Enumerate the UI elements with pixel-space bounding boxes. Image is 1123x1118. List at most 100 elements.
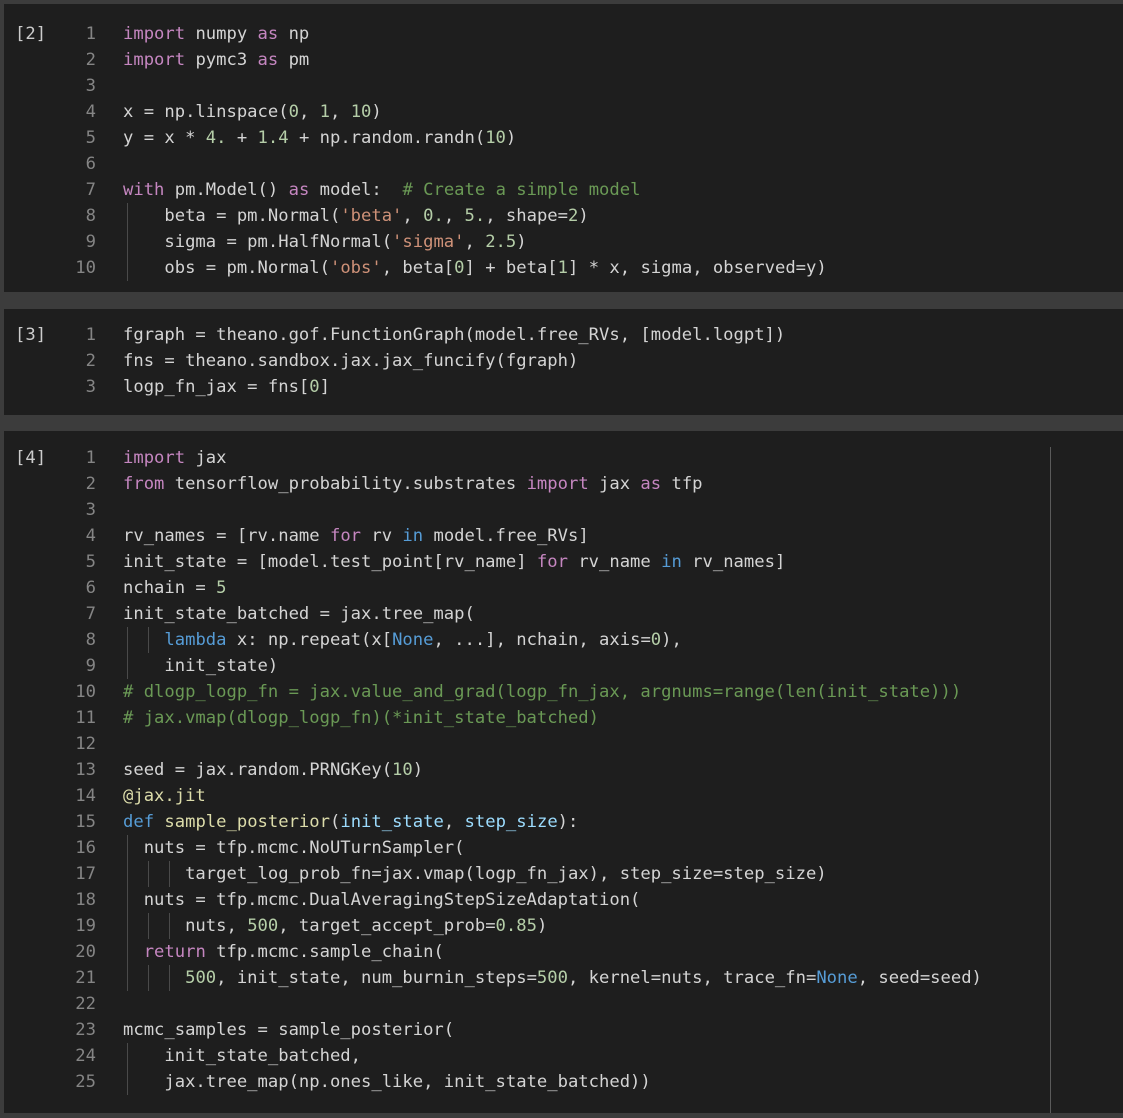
code-token: # Create a simple model [402, 180, 641, 200]
code-text: 500, init_state, num_burnin_steps=500, k… [123, 965, 982, 991]
line-number: 14 [75, 786, 96, 806]
code-line[interactable]: 18 nuts = tfp.mcmc.DualAveragingStepSize… [4, 887, 1123, 913]
code-line[interactable]: 24 init_state_batched, [4, 1043, 1123, 1069]
line-number: 4 [85, 102, 96, 122]
code-line[interactable]: 8 beta = pm.Normal('beta', 0., 5., shape… [4, 203, 1123, 229]
code-token: pm.Model() [164, 180, 289, 200]
code-line[interactable]: 11 # jax.vmap(dlogp_logp_fn)(*init_state_… [4, 705, 1123, 731]
code-token: from [123, 474, 165, 494]
code-line[interactable]: 10 # dlogp_logp_fn = jax.value_and_grad(l… [4, 679, 1123, 705]
code-line[interactable]: 4 x = np.linspace(0, 1, 10) [4, 99, 1123, 125]
code-line[interactable]: 1 fgraph = theano.gof.FunctionGraph(model… [4, 322, 1123, 348]
indent-guide [127, 627, 128, 679]
code-token: tfp [661, 474, 703, 494]
code-token: 0 [454, 258, 465, 278]
code-line[interactable]: 10 obs = pm.Normal('obs', beta[0] + beta… [4, 255, 1123, 281]
code-line[interactable]: 7 with pm.Model() as model: # Create a si… [4, 177, 1123, 203]
line-number: 23 [75, 1020, 96, 1040]
code-line[interactable]: 3 [4, 73, 1123, 99]
code-line[interactable]: 16 nuts = tfp.mcmc.NoUTurnSampler( [4, 835, 1123, 861]
line-number: 11 [75, 708, 96, 728]
code-line[interactable]: 7 init_state_batched = jax.tree_map( [4, 601, 1123, 627]
code-line[interactable]: 1 import jax [4, 445, 1123, 471]
code-token: ) [371, 102, 382, 122]
code-text: beta = pm.Normal('beta', 0., 5., shape=2… [123, 203, 588, 229]
code-text: import numpy as np [123, 21, 309, 47]
code-line[interactable]: 22 [4, 991, 1123, 1017]
code-token: as [640, 474, 662, 494]
code-line[interactable]: 2 fns = theano.sandbox.jax.jax_funcify(fg… [4, 348, 1123, 374]
line-number: 3 [85, 76, 96, 96]
code-token: step_size [464, 812, 558, 832]
code-text: @jax.jit [123, 783, 206, 809]
code-token: logp_fn_jax = fns[ [123, 377, 310, 397]
code-token: rv_names] [681, 552, 786, 572]
code-line[interactable]: 3 logp_fn_jax = fns[0] [4, 374, 1123, 400]
code-token: with [123, 180, 165, 200]
code-line[interactable]: 1 import numpy as np [4, 21, 1123, 47]
code-line[interactable]: 23 mcmc_samples = sample_posterior( [4, 1017, 1123, 1043]
code-line[interactable]: 6 nchain = 5 [4, 575, 1123, 601]
code-line[interactable]: 19 nuts, 500, target_accept_prob=0.85) [4, 913, 1123, 939]
code-token: 5 [216, 578, 227, 598]
code-token: rv [361, 526, 403, 546]
code-line[interactable]: 5 y = x * 4. + 1.4 + np.random.randn(10) [4, 125, 1123, 151]
code-token: 10 [485, 128, 506, 148]
indent-guide [147, 913, 149, 939]
code-token: sample_posterior [164, 812, 330, 832]
code-text: fns = theano.sandbox.jax.jax_funcify(fgr… [123, 348, 578, 374]
code-text: def sample_posterior(init_state, step_si… [123, 809, 578, 835]
code-cell-2[interactable]: [2] 1 import numpy as np 2 import pymc3 as … [4, 4, 1123, 292]
code-token: ( [329, 812, 341, 832]
line-number: 18 [75, 890, 96, 910]
code-line[interactable]: 3 [4, 497, 1123, 523]
code-line[interactable]: 8 lambda x: np.repeat(x[None, ...], ncha… [4, 627, 1123, 653]
code-cell-3[interactable]: [3] 1 fgraph = theano.gof.FunctionGraph(m… [4, 309, 1123, 415]
code-token: @jax.jit [123, 786, 206, 806]
code-line[interactable]: 25 jax.tree_map(np.ones_like, init_state… [4, 1069, 1123, 1095]
code-line[interactable]: 9 init_state) [4, 653, 1123, 679]
code-text: obs = pm.Normal('obs', beta[0] + beta[1]… [123, 255, 827, 281]
code-line[interactable]: 5 init_state = [model.test_point[rv_name]… [4, 549, 1123, 575]
code-text: nuts = tfp.mcmc.NoUTurnSampler( [123, 835, 465, 861]
code-token: np [278, 24, 310, 44]
code-token: 'obs' [329, 258, 382, 278]
code-line[interactable]: 20 return tfp.mcmc.sample_chain( [4, 939, 1123, 965]
code-line[interactable]: 2 import pymc3 as pm [4, 47, 1123, 73]
code-token: , [330, 102, 351, 122]
indent-guide [127, 1043, 128, 1095]
code-token: as [288, 180, 310, 200]
line-number: 12 [75, 734, 96, 754]
code-cell-4[interactable]: [4] 1 import jax 2 from tensorflow_probabil… [4, 431, 1123, 1113]
code-token: ) [505, 128, 517, 148]
code-token: 10 [350, 102, 372, 122]
code-line[interactable]: 6 [4, 151, 1123, 177]
code-token: 0.85 [495, 916, 537, 936]
indent-guide [147, 861, 149, 887]
code-token: mcmc_samples = sample_posterior( [123, 1020, 455, 1040]
code-text: init_state_batched = jax.tree_map( [123, 601, 475, 627]
code-line[interactable]: 15 def sample_posterior(init_state, step_… [4, 809, 1123, 835]
code-token: model: [309, 180, 403, 200]
code-line[interactable]: 17 target_log_prob_fn=jax.vmap(logp_fn_j… [4, 861, 1123, 887]
code-line[interactable]: 2 from tensorflow_probability.substrates … [4, 471, 1123, 497]
code-token: ] * x, sigma, observed=y) [568, 258, 827, 278]
code-text: sigma = pm.HalfNormal('sigma', 2.5) [123, 229, 526, 255]
code-line[interactable]: 14 @jax.jit [4, 783, 1123, 809]
code-token: 500 [536, 968, 568, 988]
code-token: init_state) [123, 656, 279, 676]
code-line[interactable]: 13 seed = jax.random.PRNGKey(10) [4, 757, 1123, 783]
code-line[interactable]: 21 500, init_state, num_burnin_steps=500… [4, 965, 1123, 991]
code-line[interactable]: 12 [4, 731, 1123, 757]
code-token: init_state_batched, [123, 1046, 361, 1066]
code-token: ] + beta[ [464, 258, 558, 278]
code-token: , ...], nchain, axis= [433, 630, 651, 650]
code-token: beta = pm.Normal( [123, 206, 341, 226]
code-token: , [298, 102, 320, 122]
code-line[interactable]: 9 sigma = pm.HalfNormal('sigma', 2.5) [4, 229, 1123, 255]
code-token: import [123, 448, 186, 468]
code-token: for [536, 552, 568, 572]
code-line[interactable]: 4 rv_names = [rv.name for rv in model.fre… [4, 523, 1123, 549]
indent-guide [168, 861, 170, 887]
code-text: init_state) [123, 653, 278, 679]
